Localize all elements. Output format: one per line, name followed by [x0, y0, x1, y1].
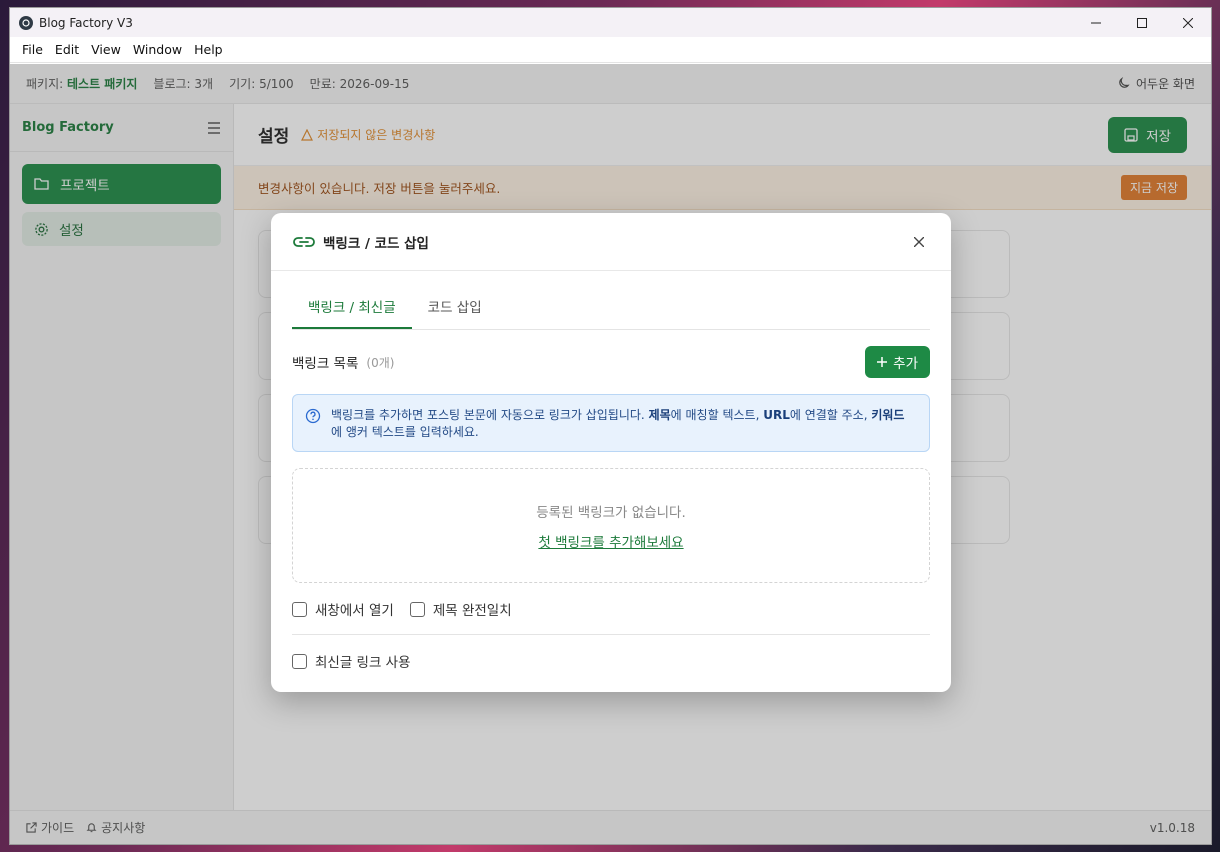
- checkbox-box[interactable]: [292, 653, 307, 669]
- backlink-list-header: 백링크 목록 (0개) 추가: [292, 346, 930, 378]
- app-window: Blog Factory V3 File Edit View Window He…: [10, 8, 1211, 844]
- menu-file[interactable]: File: [16, 37, 49, 63]
- tab-code-insert[interactable]: 코드 삽입: [412, 288, 498, 329]
- link-icon: [293, 236, 315, 247]
- plus-icon: [877, 357, 888, 367]
- add-first-backlink-link[interactable]: 첫 백링크를 추가해보세요: [538, 531, 683, 551]
- add-backlink-button[interactable]: 추가: [865, 346, 930, 378]
- empty-state: 등록된 백링크가 없습니다. 첫 백링크를 추가해보세요: [292, 468, 930, 583]
- checkbox-box[interactable]: [409, 601, 425, 617]
- close-window-button[interactable]: [1165, 8, 1211, 37]
- question-circle-icon: [305, 408, 321, 424]
- new-window-checkbox[interactable]: 새창에서 열기: [292, 599, 394, 619]
- window-title: Blog Factory V3: [39, 15, 133, 30]
- menu-window[interactable]: Window: [127, 37, 188, 63]
- divider: [292, 634, 930, 635]
- link-options: 새창에서 열기 제목 완전일치: [292, 599, 930, 619]
- tab-backlink-latest[interactable]: 백링크 / 최신글: [292, 288, 412, 329]
- exact-title-checkbox[interactable]: 제목 완전일치: [409, 599, 512, 619]
- checkbox-box[interactable]: [292, 601, 307, 617]
- info-box: 백링크를 추가하면 포스팅 본문에 자동으로 링크가 삽입됩니다. 제목에 매칭…: [292, 394, 930, 452]
- menu-view[interactable]: View: [85, 37, 127, 63]
- modal-tabs: 백링크 / 최신글 코드 삽입: [292, 288, 930, 330]
- modal-title: 백링크 / 코드 삽입: [323, 235, 429, 252]
- close-icon[interactable]: [909, 232, 929, 252]
- empty-message: 등록된 백링크가 없습니다.: [536, 504, 686, 521]
- app-logo-icon: [19, 15, 33, 30]
- list-title: 백링크 목록: [292, 356, 359, 372]
- menu-bar: File Edit View Window Help: [10, 37, 1211, 63]
- info-text: 백링크를 추가하면 포스팅 본문에 자동으로 링크가 삽입됩니다. 제목에 매칭…: [331, 408, 905, 439]
- minimize-button[interactable]: [1073, 8, 1119, 37]
- latest-link-checkbox[interactable]: 최신글 링크 사용: [292, 651, 411, 671]
- backlink-modal: 백링크 / 코드 삽입 백링크 / 최신글 코드 삽입 백링크 목록 (0개) …: [271, 213, 951, 692]
- title-bar: Blog Factory V3: [10, 8, 1211, 37]
- list-count: (0개): [366, 355, 395, 370]
- menu-edit[interactable]: Edit: [49, 37, 85, 63]
- menu-help[interactable]: Help: [188, 37, 229, 63]
- maximize-button[interactable]: [1119, 8, 1165, 37]
